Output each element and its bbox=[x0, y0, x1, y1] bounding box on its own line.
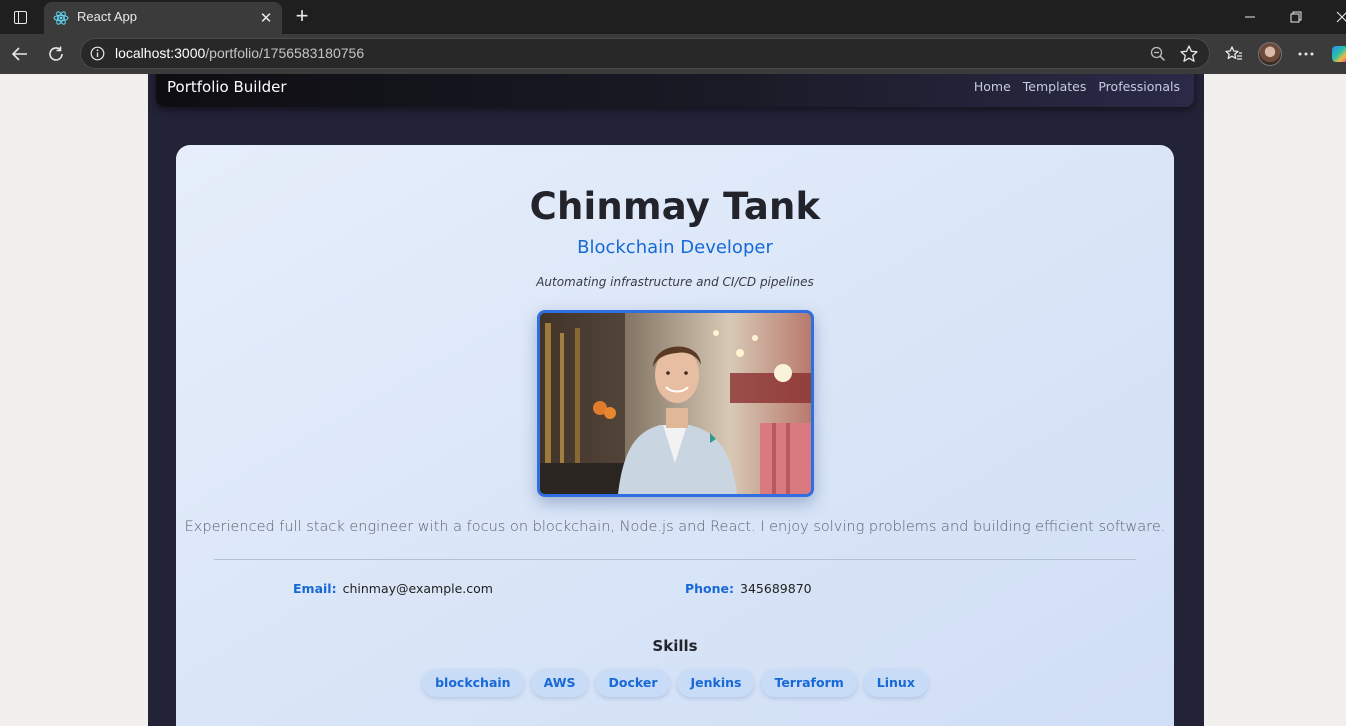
refresh-icon[interactable] bbox=[41, 39, 71, 69]
tab-close-icon[interactable]: ✕ bbox=[256, 8, 276, 28]
skill-chip: Terraform bbox=[761, 669, 857, 697]
more-menu-icon[interactable] bbox=[1291, 39, 1321, 69]
address-bar[interactable]: localhost:3000/portfolio/1756583180756 bbox=[80, 38, 1210, 69]
favorites-icon[interactable] bbox=[1219, 39, 1249, 69]
skill-chip: Jenkins bbox=[677, 669, 755, 697]
contact-email: Email: chinmay@example.com bbox=[293, 581, 493, 596]
phone-label: Phone: bbox=[685, 581, 735, 596]
skills-heading: Skills bbox=[652, 637, 698, 655]
nav-link-home[interactable]: Home bbox=[974, 79, 1011, 94]
favorite-star-icon[interactable] bbox=[1179, 44, 1199, 64]
profile-avatar[interactable] bbox=[1258, 42, 1282, 66]
zoom-icon[interactable] bbox=[1149, 45, 1167, 63]
section-divider bbox=[214, 559, 1136, 560]
sidebar-toggle-icon[interactable] bbox=[6, 5, 34, 29]
profile-tagline: Automating infrastructure and CI/CD pipe… bbox=[536, 275, 814, 289]
profile-role: Blockchain Developer bbox=[577, 237, 773, 258]
profile-bio: Experienced full stack engineer with a f… bbox=[184, 519, 1166, 535]
minimize-icon[interactable] bbox=[1228, 0, 1272, 34]
contact-phone: Phone: 345689870 bbox=[685, 581, 812, 596]
url-path: /portfolio/1756583180756 bbox=[205, 45, 365, 61]
email-label: Email: bbox=[293, 581, 337, 596]
site-brand[interactable]: Portfolio Builder bbox=[167, 78, 287, 96]
react-logo-icon bbox=[53, 11, 69, 25]
skill-chip: AWS bbox=[530, 669, 589, 697]
skill-chip: Linux bbox=[863, 669, 928, 697]
portfolio-card: Chinmay Tank Blockchain Developer Automa… bbox=[176, 145, 1174, 726]
url-host: localhost:3000 bbox=[115, 45, 206, 61]
copilot-icon[interactable] bbox=[1332, 46, 1346, 62]
phone-value[interactable]: 345689870 bbox=[740, 581, 812, 596]
back-arrow-icon[interactable] bbox=[5, 39, 35, 69]
new-tab-icon[interactable]: + bbox=[290, 5, 314, 29]
profile-photo bbox=[537, 310, 814, 497]
skill-chip: Docker bbox=[595, 669, 671, 697]
skill-chip: blockchain bbox=[422, 669, 524, 697]
portfolio-page: Portfolio Builder Home Templates Profess… bbox=[148, 74, 1204, 726]
browser-tab[interactable]: React App ✕ bbox=[44, 2, 282, 34]
site-navbar: Portfolio Builder Home Templates Profess… bbox=[156, 74, 1194, 107]
close-window-icon[interactable] bbox=[1320, 0, 1346, 34]
tab-title: React App bbox=[77, 9, 137, 24]
skills-list: blockchain AWS Docker Jenkins Terraform … bbox=[176, 669, 1174, 697]
restore-icon[interactable] bbox=[1274, 0, 1318, 34]
site-info-icon[interactable] bbox=[90, 46, 105, 61]
url-text: localhost:3000/portfolio/1756583180756 bbox=[115, 45, 364, 61]
browser-toolbar: localhost:3000/portfolio/1756583180756 bbox=[0, 34, 1346, 74]
web-viewport: Portfolio Builder Home Templates Profess… bbox=[4, 74, 1342, 726]
browser-tab-strip: React App ✕ + bbox=[0, 0, 1346, 34]
nav-link-professionals[interactable]: Professionals bbox=[1098, 79, 1180, 94]
email-value[interactable]: chinmay@example.com bbox=[343, 581, 493, 596]
nav-links: Home Templates Professionals bbox=[974, 79, 1180, 94]
profile-name: Chinmay Tank bbox=[529, 185, 821, 228]
nav-link-templates[interactable]: Templates bbox=[1023, 79, 1087, 94]
